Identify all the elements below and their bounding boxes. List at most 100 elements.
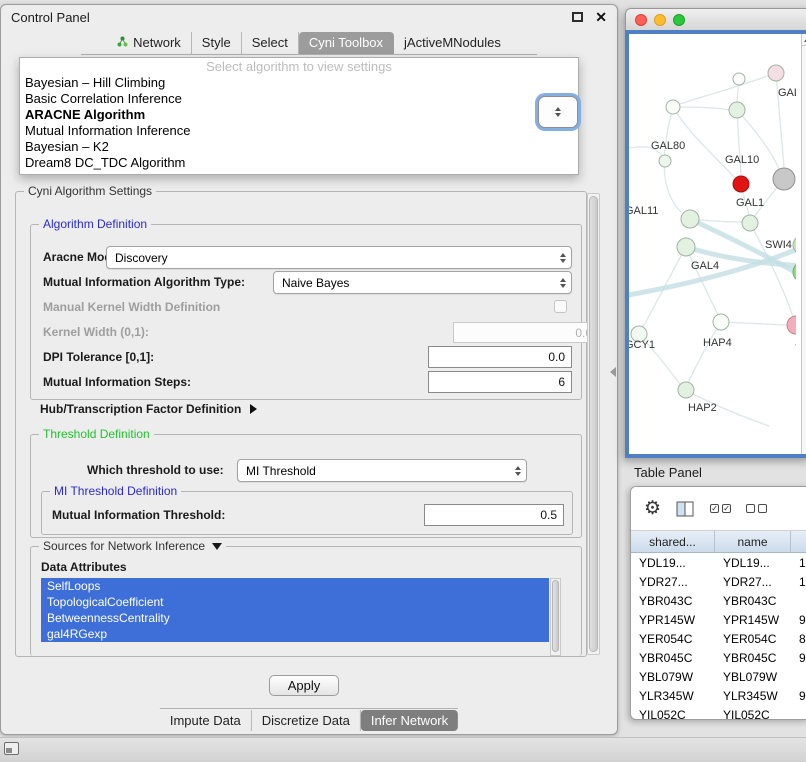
algorithm-option[interactable]: Mutual Information Inference	[20, 123, 578, 139]
mi-threshold-input[interactable]: 0.5	[424, 504, 564, 526]
table-body: YDL19...YDL19...13YDR27...YDR27...12YBR0…	[631, 553, 806, 720]
scrollbar-thumb[interactable]	[589, 196, 598, 652]
bottom-tab-impute-data[interactable]: Impute Data	[160, 710, 252, 731]
network-node[interactable]	[681, 210, 699, 228]
table-row[interactable]: YBR043CYBR043C	[631, 591, 806, 610]
network-scrollbar[interactable]	[801, 34, 806, 454]
network-node-label: SWI4	[765, 239, 792, 251]
network-graph[interactable]: GAL10GAL80GAL11GAL1SWI4GAL4GCY1HAP4HAP2G…	[629, 34, 796, 450]
table-row[interactable]: YER054CYER054C8.	[631, 629, 806, 648]
threshold-definition-title: Threshold Definition	[39, 427, 154, 441]
apply-button[interactable]: Apply	[269, 675, 339, 696]
float-panel-icon[interactable]	[572, 12, 583, 22]
which-threshold-select[interactable]: MI Threshold	[237, 459, 527, 482]
algorithm-option[interactable]: Bayesian – K2	[20, 139, 578, 155]
table-row[interactable]: YBL079WYBL079W	[631, 667, 806, 686]
algorithm-option[interactable]: Dream8 DC_TDC Algorithm	[20, 155, 578, 171]
mi-steps-input[interactable]: 6	[428, 371, 572, 393]
network-node-label: GAL11	[629, 205, 658, 217]
window-zoom-button[interactable]	[673, 14, 685, 26]
attribute-list-item[interactable]: SelfLoops	[41, 578, 549, 594]
column-header[interactable]: shared...	[631, 531, 715, 552]
mi-threshold-group: MI Threshold Definition Mutual Informati…	[41, 491, 573, 535]
mi-type-select[interactable]: Naive Bayes	[273, 271, 572, 294]
table-cell: YBR045C	[715, 651, 791, 665]
network-node[interactable]	[713, 314, 729, 330]
tab-style[interactable]: Style	[192, 32, 242, 54]
algorithm-definition-group: Algorithm Definition Aracne Mode: Discov…	[30, 224, 582, 400]
tab-jactivemnodules[interactable]: jActiveMNodules	[394, 32, 511, 54]
dropdown-placeholder: Select algorithm to view settings	[20, 58, 578, 75]
algorithm-option[interactable]: ARACNE Algorithm	[20, 107, 578, 123]
panel-resize-handle[interactable]	[610, 367, 616, 377]
settings-scrollbar[interactable]	[587, 193, 600, 655]
dpi-tolerance-input[interactable]: 0.0	[428, 346, 572, 368]
tab-select[interactable]: Select	[242, 32, 299, 54]
minimized-panel-icon[interactable]	[4, 742, 19, 755]
window-minimize-button[interactable]	[654, 14, 666, 26]
attribute-list-item[interactable]: BetweennessCentrality	[41, 610, 549, 626]
network-window-titlebar[interactable]	[625, 8, 806, 30]
table-row[interactable]: YDR27...YDR27...12	[631, 572, 806, 591]
network-node[interactable]	[773, 168, 795, 190]
column-header[interactable]: name	[715, 531, 791, 552]
table-cell: YBR043C	[631, 594, 715, 608]
manual-kernel-checkbox[interactable]	[554, 300, 567, 313]
table-row[interactable]: YBR045CYBR045C9.	[631, 648, 806, 667]
bottom-tab-discretize-data[interactable]: Discretize Data	[252, 710, 361, 731]
column-header[interactable]	[791, 531, 806, 552]
collapse-down-icon[interactable]	[212, 543, 222, 550]
network-node[interactable]	[733, 73, 745, 85]
attribute-list-item[interactable]: TopologicalCoefficient	[41, 594, 549, 610]
window-close-button[interactable]	[635, 14, 647, 26]
close-panel-icon[interactable]: ✕	[595, 10, 607, 24]
network-node[interactable]	[787, 316, 796, 334]
aracne-mode-value: Discovery	[115, 251, 168, 265]
network-node[interactable]	[768, 65, 784, 81]
sources-group-title: Sources for Network Inference	[39, 539, 226, 553]
network-node[interactable]	[666, 100, 680, 114]
table-row[interactable]: YIL052CYIL052C	[631, 705, 806, 720]
data-attributes-list[interactable]: SelfLoopsTopologicalCoefficientBetweenne…	[41, 578, 561, 656]
algorithm-option[interactable]: Bayesian – Hill Climbing	[20, 75, 578, 91]
select-all-icon[interactable]: ✓ ✓	[710, 504, 731, 513]
table-header-row: shared...name	[631, 531, 806, 553]
network-canvas[interactable]: GAL10GAL80GAL11GAL1SWI4GAL4GCY1HAP4HAP2G…	[629, 34, 806, 454]
tab-network[interactable]: Network	[107, 32, 192, 54]
tab-label: jActiveMNodules	[404, 35, 501, 50]
table-panel-toolbar: ⚙ ✓ ✓	[631, 487, 806, 531]
table-row[interactable]: YDL19...YDL19...13	[631, 553, 806, 572]
unchecked-box-icon	[758, 504, 767, 513]
bottom-tab-infer-network[interactable]: Infer Network	[361, 710, 458, 731]
settings-gear-icon[interactable]: ⚙	[644, 499, 661, 518]
attribute-list-item[interactable]: gal4RGexp	[41, 626, 549, 642]
network-node[interactable]	[678, 382, 694, 398]
algorithm-combo-button[interactable]	[538, 96, 578, 128]
table-cell: YBR045C	[631, 651, 715, 665]
hub-definition-toggle[interactable]: Hub/Transcription Factor Definition	[40, 402, 257, 416]
aracne-mode-select[interactable]: Discovery	[106, 246, 572, 269]
network-node[interactable]	[659, 155, 671, 167]
kernel-width-input[interactable]: 0.0	[453, 322, 599, 343]
column-selector-icon[interactable]	[676, 501, 695, 517]
table-row[interactable]: YLR345WYLR345W9.	[631, 686, 806, 705]
network-node[interactable]	[677, 238, 695, 256]
network-node[interactable]	[729, 102, 745, 118]
table-row[interactable]: YPR145WYPR145W9.	[631, 610, 806, 629]
attribute-list-scrollbar[interactable]	[550, 578, 561, 656]
table-cell: 9.	[791, 689, 806, 703]
network-node[interactable]	[742, 215, 758, 231]
tab-cyni-toolbox[interactable]: Cyni Toolbox	[299, 32, 394, 54]
network-node[interactable]	[733, 176, 749, 192]
table-cell: YER054C	[631, 632, 715, 646]
sources-group: Sources for Network Inference Data Attri…	[30, 546, 582, 656]
control-panel-titlebar: Control Panel ✕	[1, 5, 617, 29]
kernel-width-label: Kernel Width (0,1):	[43, 325, 149, 339]
control-panel-tab-bar: Network StyleSelectCyni Toolbox jActiveMNo…	[81, 31, 537, 55]
tab-label: Network	[133, 35, 181, 50]
scroll-up-button[interactable]	[802, 34, 806, 46]
algorithm-option[interactable]: Basic Correlation Inference	[20, 91, 578, 107]
threshold-definition-group: Threshold Definition Which threshold to …	[30, 434, 582, 538]
deselect-all-icon[interactable]	[746, 504, 767, 513]
hub-definition-label: Hub/Transcription Factor Definition	[40, 402, 241, 416]
